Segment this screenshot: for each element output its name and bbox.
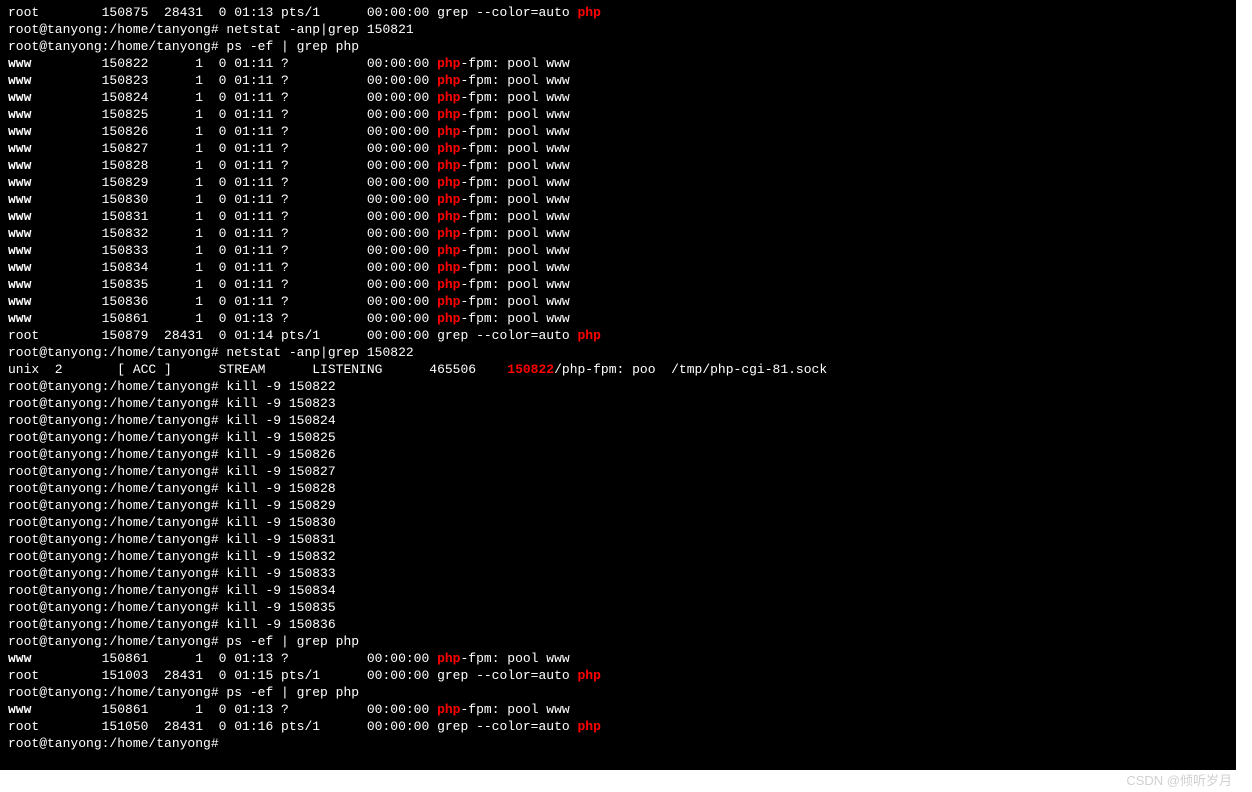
terminal-line: www 150836 1 0 01:11 ? 00:00:00 php-fpm:… <box>8 293 1228 310</box>
terminal-line: www 150826 1 0 01:11 ? 00:00:00 php-fpm:… <box>8 123 1228 140</box>
terminal-line: www 150830 1 0 01:11 ? 00:00:00 php-fpm:… <box>8 191 1228 208</box>
terminal-line: www 150832 1 0 01:11 ? 00:00:00 php-fpm:… <box>8 225 1228 242</box>
terminal-line: root@tanyong:/home/tanyong# kill -9 1508… <box>8 446 1228 463</box>
terminal-line: root 151003 28431 0 01:15 pts/1 00:00:00… <box>8 667 1228 684</box>
terminal-line: root@tanyong:/home/tanyong# kill -9 1508… <box>8 429 1228 446</box>
terminal-line: www 150824 1 0 01:11 ? 00:00:00 php-fpm:… <box>8 89 1228 106</box>
terminal-line: root@tanyong:/home/tanyong# ps -ef | gre… <box>8 684 1228 701</box>
terminal-line: root@tanyong:/home/tanyong# kill -9 1508… <box>8 616 1228 633</box>
terminal-line: root@tanyong:/home/tanyong# kill -9 1508… <box>8 378 1228 395</box>
terminal-line: www 150822 1 0 01:11 ? 00:00:00 php-fpm:… <box>8 55 1228 72</box>
terminal-line: root 151050 28431 0 01:16 pts/1 00:00:00… <box>8 718 1228 735</box>
terminal-line: www 150828 1 0 01:11 ? 00:00:00 php-fpm:… <box>8 157 1228 174</box>
terminal-line: www 150861 1 0 01:13 ? 00:00:00 php-fpm:… <box>8 650 1228 667</box>
terminal-line: root@tanyong:/home/tanyong# kill -9 1508… <box>8 599 1228 616</box>
terminal-line: root@tanyong:/home/tanyong# kill -9 1508… <box>8 565 1228 582</box>
terminal-line: root@tanyong:/home/tanyong# kill -9 1508… <box>8 395 1228 412</box>
terminal-line: root@tanyong:/home/tanyong# netstat -anp… <box>8 344 1228 361</box>
terminal-line: root 150875 28431 0 01:13 pts/1 00:00:00… <box>8 4 1228 21</box>
terminal-line: root 150879 28431 0 01:14 pts/1 00:00:00… <box>8 327 1228 344</box>
terminal-line: unix 2 [ ACC ] STREAM LISTENING 465506 1… <box>8 361 1228 378</box>
terminal-line: www 150825 1 0 01:11 ? 00:00:00 php-fpm:… <box>8 106 1228 123</box>
terminal-line: www 150861 1 0 01:13 ? 00:00:00 php-fpm:… <box>8 310 1228 327</box>
terminal-line: www 150833 1 0 01:11 ? 00:00:00 php-fpm:… <box>8 242 1228 259</box>
terminal-line: root@tanyong:/home/tanyong# kill -9 1508… <box>8 531 1228 548</box>
terminal-line: root@tanyong:/home/tanyong# ps -ef | gre… <box>8 633 1228 650</box>
terminal-line: root@tanyong:/home/tanyong# netstat -anp… <box>8 21 1228 38</box>
terminal-line: root@tanyong:/home/tanyong# kill -9 1508… <box>8 582 1228 599</box>
terminal-line: root@tanyong:/home/tanyong# kill -9 1508… <box>8 463 1228 480</box>
terminal-line: www 150835 1 0 01:11 ? 00:00:00 php-fpm:… <box>8 276 1228 293</box>
terminal-line: root@tanyong:/home/tanyong# ps -ef | gre… <box>8 38 1228 55</box>
terminal-line: root@tanyong:/home/tanyong# kill -9 1508… <box>8 548 1228 565</box>
terminal-window[interactable]: root 150875 28431 0 01:13 pts/1 00:00:00… <box>0 0 1236 770</box>
watermark: CSDN @倾听岁月 <box>1126 772 1232 789</box>
terminal-line: root@tanyong:/home/tanyong# kill -9 1508… <box>8 497 1228 514</box>
terminal-line: www 150834 1 0 01:11 ? 00:00:00 php-fpm:… <box>8 259 1228 276</box>
terminal-line: www 150829 1 0 01:11 ? 00:00:00 php-fpm:… <box>8 174 1228 191</box>
terminal-line: www 150831 1 0 01:11 ? 00:00:00 php-fpm:… <box>8 208 1228 225</box>
terminal-line: root@tanyong:/home/tanyong# kill -9 1508… <box>8 412 1228 429</box>
terminal-line: www 150823 1 0 01:11 ? 00:00:00 php-fpm:… <box>8 72 1228 89</box>
terminal-line: root@tanyong:/home/tanyong# <box>8 735 1228 752</box>
terminal-line: www 150827 1 0 01:11 ? 00:00:00 php-fpm:… <box>8 140 1228 157</box>
terminal-line: www 150861 1 0 01:13 ? 00:00:00 php-fpm:… <box>8 701 1228 718</box>
terminal-line: root@tanyong:/home/tanyong# kill -9 1508… <box>8 514 1228 531</box>
terminal-line: root@tanyong:/home/tanyong# kill -9 1508… <box>8 480 1228 497</box>
